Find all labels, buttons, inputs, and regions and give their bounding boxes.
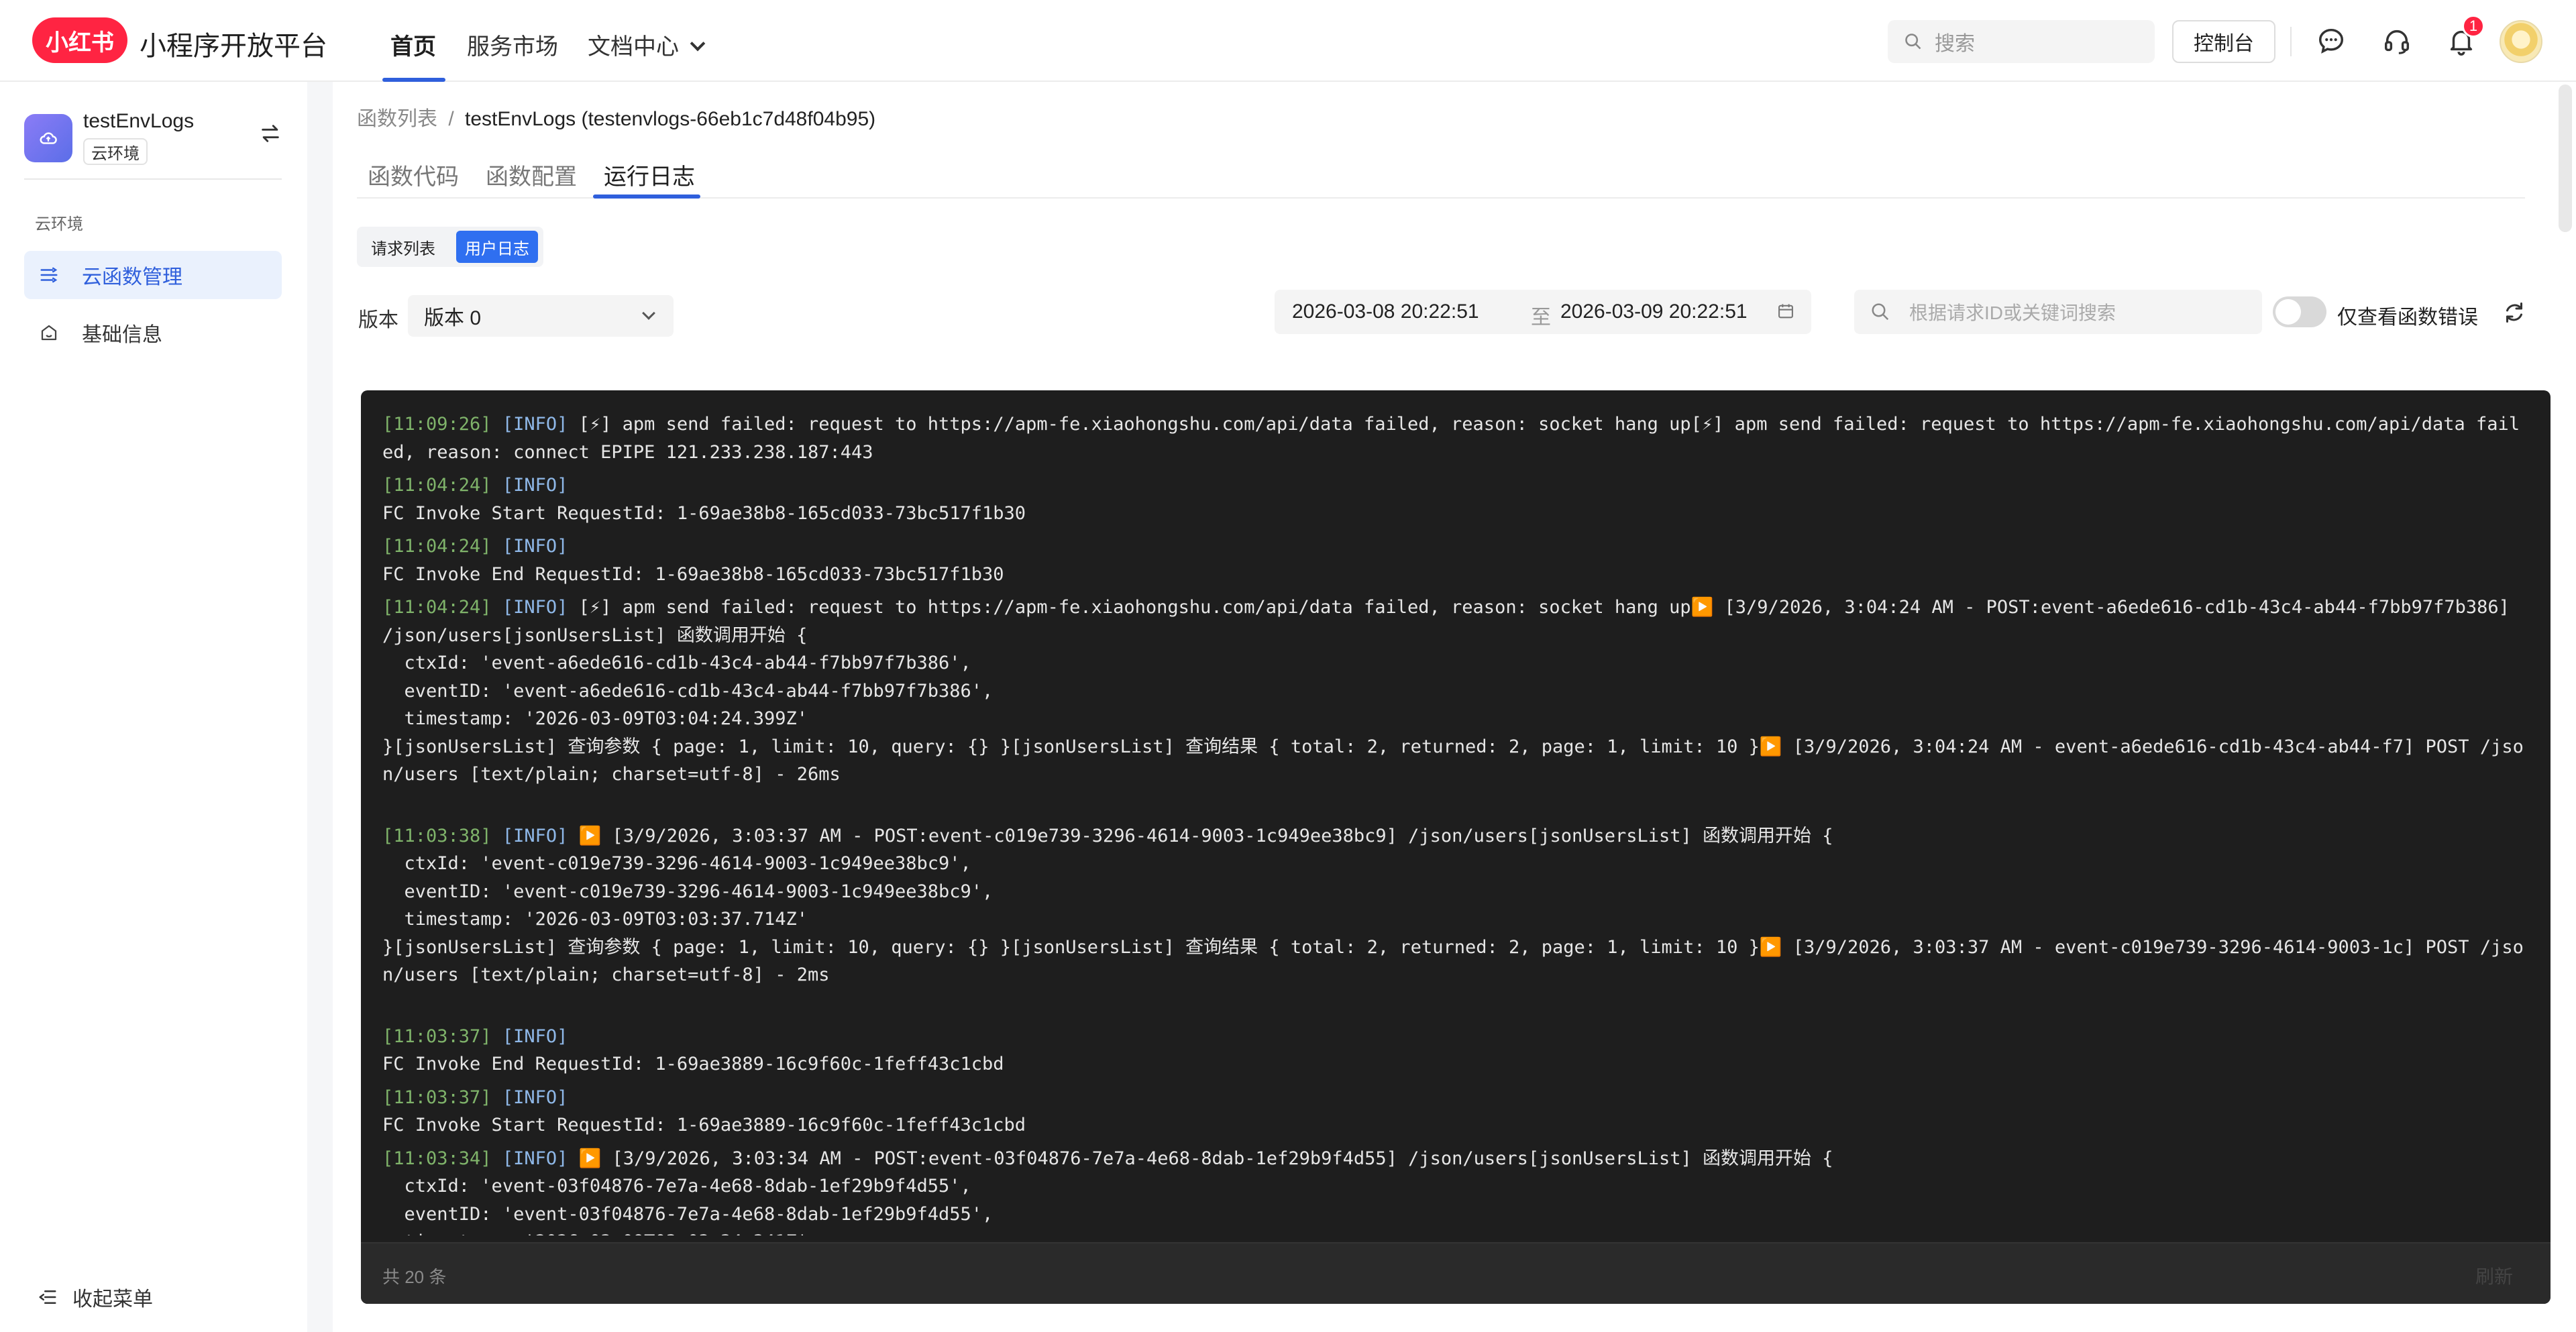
home-icon [38,321,60,344]
log-message: FC Invoke End RequestId: 1-69ae3889-16c9… [382,1054,1004,1074]
date-end[interactable]: 2026-03-09 20:22:51 [1560,300,1748,323]
log-timestamp: [11:03:34] [382,1148,492,1169]
log-level: [INFO] [491,1148,568,1169]
log-timestamp: [11:03:37] [382,1025,492,1047]
top-navbar: 小红书 小程序开放平台 首页 服务市场 文档中心 搜索 控制台 1 [0,0,2576,82]
page-scrollbar[interactable] [2555,82,2576,1332]
calendar-icon [1778,304,1793,319]
console-button[interactable]: 控制台 [2172,20,2275,63]
breadcrumb-current: testEnvLogs (testenvlogs-66eb1c7d48f04b9… [465,108,876,130]
log-message: FC Invoke End RequestId: 1-69ae38b8-165c… [382,563,1004,585]
log-timestamp: [11:04:24] [382,475,492,496]
sidebar-gutter [307,82,333,1332]
nav-docs-label: 文档中心 [588,34,679,60]
log-timestamp: [11:04:24] [382,597,492,618]
nav-active-indicator [382,78,445,82]
log-search-input[interactable]: 根据请求ID或关键词搜索 [1854,290,2262,334]
log-level: [INFO] [491,414,568,435]
log-timestamp: [11:03:37] [382,1087,492,1108]
collapse-menu-label: 收起菜单 [72,1288,153,1311]
request-list-button[interactable]: 请求列表 [365,231,441,263]
global-search-input[interactable]: 搜索 [1888,20,2155,63]
log-message: [⚡] apm send failed: request to https://… [382,414,2520,463]
log-message: FC Invoke Start RequestId: 1-69ae3889-16… [382,1115,1026,1135]
log-timestamp: [11:09:26] [382,414,492,435]
log-count: 共 20 条 [382,1267,447,1287]
brand-logo[interactable]: 小红书 [32,17,127,63]
log-message: FC Invoke Start RequestId: 1-69ae38b8-16… [382,502,1026,524]
scrollbar-thumb[interactable] [2559,85,2572,232]
tab-run-logs[interactable]: 运行日志 [604,158,695,191]
global-search-placeholder: 搜索 [1935,33,1975,55]
log-entry: [11:04:24] [INFO] FC Invoke Start Reques… [382,471,2529,527]
log-timestamp: [11:03:38] [382,825,492,846]
log-message: ▶️ [3/9/2026, 3:03:34 AM - POST:event-03… [404,1148,1833,1236]
sidebar-item-basic-info[interactable]: 基础信息 [24,309,282,357]
log-level: [INFO] [491,1087,568,1108]
refresh-icon[interactable] [2502,300,2526,325]
log-entry: [11:03:37] [INFO] FC Invoke Start Reques… [382,1084,2529,1140]
collapse-menu-button[interactable]: 收起菜单 [38,1282,153,1312]
function-list-icon [38,264,60,286]
date-range-separator: 至 [1531,307,1551,329]
date-range-picker[interactable]: 2026-03-08 20:22:51 至 2026-03-09 20:22:5… [1275,290,1811,334]
nav-service-market[interactable]: 服务市场 [467,28,558,61]
breadcrumb-separator: / [448,108,454,130]
tab-active-indicator [593,195,700,199]
search-icon [1872,303,1889,321]
log-message: ▶️ [3/9/2026, 3:03:37 AM - POST:event-c0… [382,825,2524,986]
tab-function-code[interactable]: 函数代码 [368,158,459,191]
switch-env-icon[interactable] [259,122,282,145]
log-entry: [11:04:24] [INFO] FC Invoke End RequestI… [382,533,2529,588]
log-entry: [11:03:38] [INFO] ▶️ [3/9/2026, 3:03:37 … [382,822,2529,989]
version-label: 版本 [358,309,398,331]
sidebar-item-label: 云函数管理 [82,266,182,288]
errors-only-toggle[interactable] [2273,296,2326,327]
log-level: [INFO] [491,825,568,846]
version-select-value: 版本 0 [424,307,482,329]
headset-icon[interactable] [2381,25,2412,56]
log-output[interactable]: [11:09:26] [INFO] [⚡] apm send failed: r… [382,410,2529,1235]
log-type-switch: 请求列表 用户日志 [357,227,543,267]
sidebar-divider [24,178,282,180]
search-icon [1905,34,1921,50]
log-level: [INFO] [491,597,568,618]
log-entry: [11:03:34] [INFO] ▶️ [3/9/2026, 3:03:34 … [382,1145,2529,1236]
log-panel: [11:09:26] [INFO] [⚡] apm send failed: r… [361,390,2551,1304]
log-timestamp: [11:04:24] [382,536,492,557]
cloud-env-icon [24,114,72,162]
log-level: [INFO] [491,475,568,496]
errors-only-label: 仅查看函数错误 [2337,307,2478,329]
env-name: testEnvLogs [83,110,195,132]
log-footer: 共 20 条 刷新 [361,1242,2551,1304]
log-level: [INFO] [491,1025,568,1047]
sidebar-item-cloud-functions[interactable]: 云函数管理 [24,251,282,299]
breadcrumb-root[interactable]: 函数列表 [357,108,437,130]
log-level: [INFO] [491,536,568,557]
version-select[interactable]: 版本 0 [408,295,674,337]
log-entry: [11:09:26] [INFO] [⚡] apm send failed: r… [382,410,2529,466]
user-avatar[interactable] [2500,20,2542,63]
nav-docs[interactable]: 文档中心 [588,28,706,61]
date-start[interactable]: 2026-03-08 20:22:51 [1292,300,1479,323]
user-logs-button[interactable]: 用户日志 [456,231,538,263]
log-refresh-button[interactable]: 刷新 [2475,1262,2513,1289]
log-entry: [11:04:24] [INFO] [⚡] apm send failed: r… [382,594,2529,789]
log-search-placeholder: 根据请求ID或关键词搜索 [1909,302,2116,323]
tab-function-config[interactable]: 函数配置 [486,158,577,191]
chevron-down-icon [690,36,706,52]
env-tag: 云环境 [83,138,148,165]
collapse-menu-icon [39,1290,56,1304]
nav-home[interactable]: 首页 [390,28,436,61]
log-entry: [11:03:37] [INFO] FC Invoke End RequestI… [382,1023,2529,1078]
breadcrumb: 函数列表 / testEnvLogs (testenvlogs-66eb1c7d… [357,102,875,131]
sidebar-section-title: 云环境 [35,215,83,233]
chevron-down-icon [642,307,655,320]
sidebar-item-label: 基础信息 [82,324,162,346]
notification-badge: 1 [2462,15,2485,38]
nav-divider [2290,27,2292,56]
message-icon[interactable] [2316,25,2347,56]
platform-name: 小程序开放平台 [140,32,327,61]
log-message: [⚡] apm send failed: request to https://… [382,597,2524,785]
